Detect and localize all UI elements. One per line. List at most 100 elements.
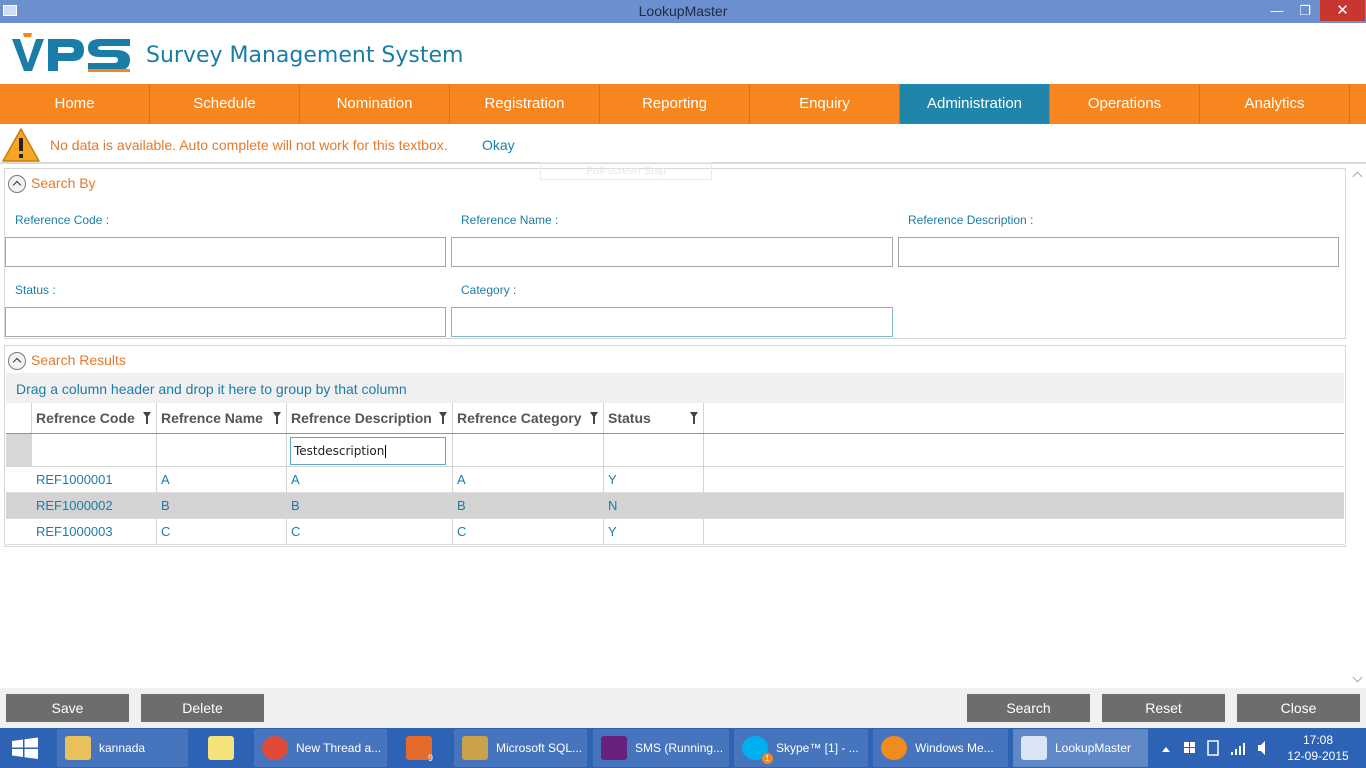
scroll-up-arrow-icon[interactable]: [1352, 171, 1363, 182]
column-header-name[interactable]: Refrence Name: [157, 403, 287, 433]
cell-name: B: [157, 493, 287, 518]
nav-registration[interactable]: Registration: [450, 84, 600, 124]
taskbar-item-label: LookupMaster: [1055, 741, 1132, 755]
cell-status: Y: [604, 519, 704, 544]
column-header-status[interactable]: Status: [604, 403, 704, 433]
search-results-header[interactable]: Search Results: [5, 346, 1345, 372]
nav-administration[interactable]: Administration: [900, 84, 1050, 124]
nav-enquiry[interactable]: Enquiry: [750, 84, 900, 124]
nav-reporting[interactable]: Reporting: [600, 84, 750, 124]
column-header-label: Refrence Code: [36, 410, 135, 426]
visual-studio-icon: [601, 736, 627, 760]
windows-taskbar: kannada New Thread a... 9 Microsoft SQL.…: [0, 728, 1366, 768]
reference-code-label: Reference Code :: [15, 213, 110, 227]
column-header-description[interactable]: Refrence Description: [287, 403, 453, 433]
taskbar-item-skype[interactable]: 1 Skype™ [1] - ...: [734, 729, 868, 767]
nav-schedule[interactable]: Schedule: [150, 84, 300, 124]
close-window-button[interactable]: ✕: [1320, 0, 1365, 21]
taskbar-item-sql[interactable]: Microsoft SQL...: [454, 729, 587, 767]
column-header-label: Refrence Category: [457, 410, 582, 426]
reference-name-input[interactable]: [451, 237, 893, 267]
close-button[interactable]: Close: [1237, 694, 1360, 722]
taskbar-item-kannada[interactable]: kannada: [57, 729, 188, 767]
network-icon[interactable]: [1231, 743, 1245, 755]
clock-time: 17:08: [1302, 733, 1334, 747]
taskbar-item-windows-media[interactable]: Windows Me...: [873, 729, 1008, 767]
search-button[interactable]: Search: [967, 694, 1090, 722]
nav-analytics[interactable]: Analytics: [1200, 84, 1350, 124]
reference-code-input[interactable]: [5, 237, 446, 267]
cell-category: C: [453, 519, 604, 544]
cell-status: N: [604, 493, 704, 518]
delete-button[interactable]: Delete: [141, 694, 264, 722]
cell-description: C: [287, 519, 453, 544]
column-header-category[interactable]: Refrence Category: [453, 403, 604, 433]
column-header-label: Refrence Name: [161, 410, 263, 426]
action-center-icon[interactable]: [1184, 742, 1189, 747]
grid-header-row: Refrence Code Refrence Name Refrence Des…: [6, 403, 1344, 434]
filter-icon[interactable]: [590, 412, 598, 424]
collapse-icon[interactable]: [8, 175, 26, 193]
reference-description-input[interactable]: [898, 237, 1339, 267]
scroll-down-arrow-icon[interactable]: [1352, 672, 1363, 683]
reference-description-label: Reference Description :: [908, 213, 1034, 227]
battery-icon[interactable]: [1207, 740, 1219, 756]
group-by-hint: Drag a column header and drop it here to…: [16, 381, 407, 397]
cell-description: B: [287, 493, 453, 518]
taskbar-item-lookupmaster[interactable]: LookupMaster: [1013, 729, 1148, 767]
taskbar-item-chrome[interactable]: New Thread a...: [254, 729, 387, 767]
taskbar-item-label: New Thread a...: [296, 741, 382, 755]
search-by-title: Search By: [31, 175, 96, 191]
filter-icon[interactable]: [143, 412, 151, 424]
warning-okay-link[interactable]: Okay: [482, 137, 515, 153]
window-title: LookupMaster: [638, 3, 728, 19]
nav-nomination[interactable]: Nomination: [300, 84, 450, 124]
filter-icon[interactable]: [273, 412, 281, 424]
filter-icon[interactable]: [439, 412, 447, 424]
windows-logo-icon: [12, 737, 38, 759]
group-by-area[interactable]: Drag a column header and drop it here to…: [6, 373, 1344, 403]
table-row[interactable]: REF1000001 A A A Y: [6, 467, 1344, 493]
taskbar-item-tools[interactable]: 9: [392, 729, 448, 767]
save-button[interactable]: Save: [6, 694, 129, 722]
minimize-button[interactable]: —: [1262, 0, 1292, 21]
cell-category: A: [453, 467, 604, 492]
tray-overflow-icon[interactable]: [1162, 747, 1170, 752]
filter-cell-description[interactable]: Testdescription: [287, 434, 453, 466]
window-title-bar: LookupMaster — ❐ ✕: [0, 0, 1366, 23]
collapse-icon[interactable]: [8, 352, 26, 370]
column-header-code[interactable]: Refrence Code: [32, 403, 157, 433]
search-results-panel: Search Results Drag a column header and …: [4, 345, 1346, 547]
taskbar-item-sticky-notes[interactable]: [194, 729, 250, 767]
start-button[interactable]: [0, 728, 50, 768]
skype-badge: 1: [762, 753, 773, 764]
nav-operations[interactable]: Operations: [1050, 84, 1200, 124]
table-row-selected[interactable]: REF1000002 B B B N: [6, 493, 1344, 519]
filter-cell-category[interactable]: [453, 434, 604, 466]
status-input[interactable]: [5, 307, 446, 337]
row-indicator: [6, 434, 32, 466]
clock-date: 12-09-2015: [1287, 749, 1349, 763]
taskbar-item-visual-studio[interactable]: SMS (Running...: [593, 729, 729, 767]
taskbar-item-label: Windows Me...: [915, 741, 994, 755]
volume-icon[interactable]: [1258, 741, 1265, 755]
description-filter-input[interactable]: Testdescription: [290, 437, 446, 465]
cell-name: C: [157, 519, 287, 544]
reset-button[interactable]: Reset: [1102, 694, 1225, 722]
app-header: Survey Management System: [0, 23, 1366, 84]
nav-home[interactable]: Home: [0, 84, 150, 124]
category-input[interactable]: [451, 307, 893, 337]
search-by-panel: Search By Reference Code : Reference Nam…: [4, 168, 1346, 339]
cell-name: A: [157, 467, 287, 492]
reference-name-label: Reference Name :: [461, 213, 559, 227]
system-tray: [1158, 728, 1278, 768]
taskbar-clock[interactable]: 17:08 12-09-2015: [1286, 732, 1350, 764]
category-label: Category :: [461, 283, 517, 297]
maximize-button[interactable]: ❐: [1290, 0, 1320, 21]
filter-icon[interactable]: [690, 412, 698, 424]
windows-media-icon: [881, 736, 907, 760]
filter-cell-code[interactable]: [32, 434, 157, 466]
table-row[interactable]: REF1000003 C C C Y: [6, 519, 1344, 545]
filter-cell-name[interactable]: [157, 434, 287, 466]
filter-cell-status[interactable]: [604, 434, 704, 466]
